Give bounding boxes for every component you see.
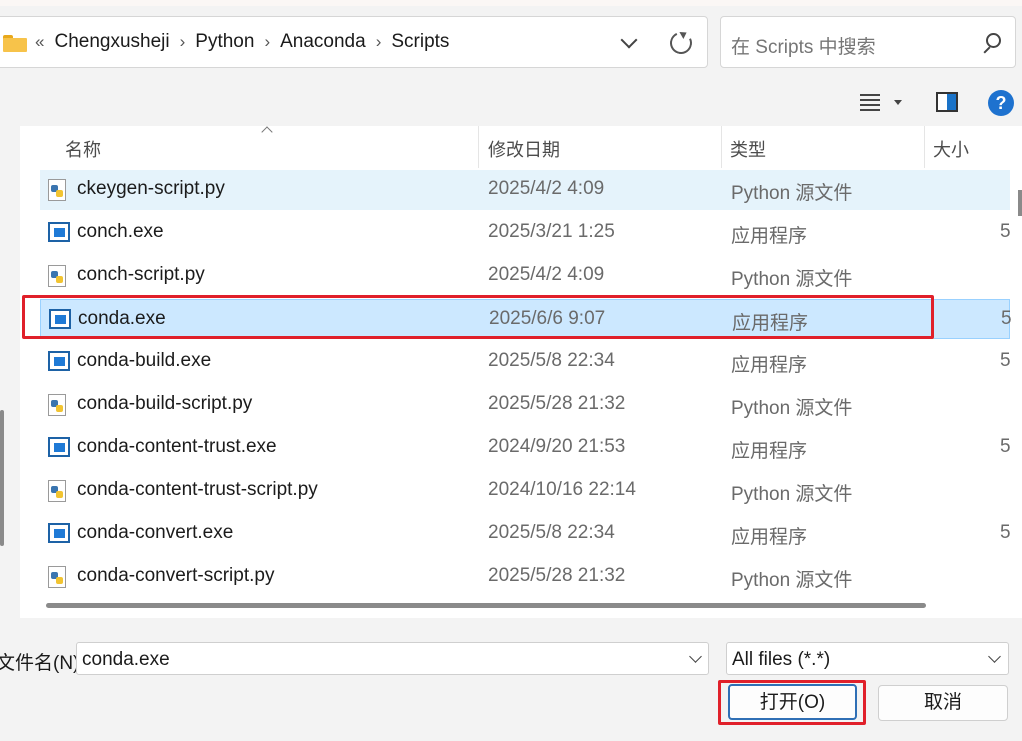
- file-row[interactable]: conda-content-trust-script.py 2024/10/16 …: [40, 471, 1010, 511]
- file-row[interactable]: conda-convert-script.py 2025/5/28 21:32 Py…: [40, 557, 1010, 597]
- view-dropdown-arrow-icon[interactable]: [894, 100, 902, 105]
- breadcrumb-item-scripts[interactable]: Scripts: [391, 31, 449, 53]
- toolbar: ?: [0, 80, 1022, 126]
- folder-icon: [3, 33, 29, 52]
- file-date: 2025/5/8 22:34: [488, 350, 615, 371]
- column-header-size[interactable]: 大小: [933, 136, 969, 162]
- file-name: conda.exe: [78, 308, 166, 329]
- file-row[interactable]: conda.exe 2025/6/6 9:07 应用程序 5: [40, 299, 1012, 339]
- chevron-right-icon: ›: [375, 32, 382, 51]
- file-date: 2025/4/2 4:09: [488, 264, 605, 285]
- file-name: conda-content-trust-script.py: [77, 479, 318, 500]
- file-name: conch-script.py: [77, 264, 205, 285]
- preview-pane-icon[interactable]: [936, 92, 958, 112]
- file-type: 应用程序: [731, 226, 808, 247]
- breadcrumb-overflow[interactable]: «: [35, 32, 44, 52]
- file-date: 2025/5/28 21:32: [488, 393, 626, 414]
- file-size: 5: [1000, 350, 1011, 371]
- file-date: 2025/5/8 22:34: [488, 522, 615, 543]
- file-date: 2024/10/16 22:14: [488, 479, 636, 500]
- file-type: Python 源文件: [731, 398, 853, 419]
- column-header-name[interactable]: 名称: [65, 136, 101, 162]
- file-name: conda-convert-script.py: [77, 565, 275, 586]
- file-type: Python 源文件: [731, 484, 853, 505]
- exe-file-icon: [48, 351, 70, 371]
- file-size: 5: [1000, 221, 1011, 242]
- python-file-icon: [48, 394, 66, 416]
- file-row[interactable]: conda-build-script.py 2025/5/28 21:32 Pyth…: [40, 385, 1010, 425]
- python-file-icon: [48, 566, 66, 588]
- chevron-down-icon[interactable]: [689, 650, 702, 663]
- file-date: 2025/4/2 4:09: [488, 178, 605, 199]
- address-bar[interactable]: « Chengxusheji › Python › Anaconda › Scr…: [0, 16, 708, 68]
- file-row[interactable]: conda-content-trust.exe 2024/9/20 21:53 应用…: [40, 428, 1011, 468]
- breadcrumb-item-chengxusheji[interactable]: Chengxusheji: [54, 31, 169, 53]
- file-name: conda-build-script.py: [77, 393, 253, 414]
- breadcrumb-item-python[interactable]: Python: [195, 31, 254, 53]
- file-size: 5: [1000, 522, 1011, 543]
- horizontal-scrollbar[interactable]: [46, 603, 926, 608]
- file-size: 5: [1000, 436, 1011, 457]
- filename-label: 文件名(N):: [0, 653, 85, 674]
- column-header-row: 名称 修改日期 类型 大小: [20, 126, 1022, 168]
- file-name: ckeygen-script.py: [77, 178, 225, 199]
- file-row[interactable]: ckeygen-script.py 2025/4/2 4:09 Python 源文件: [40, 170, 1010, 210]
- exe-file-icon: [48, 437, 70, 457]
- filename-input[interactable]: conda.exe: [76, 642, 709, 675]
- search-placeholder: 在 Scripts 中搜索: [731, 37, 876, 58]
- chevron-right-icon: ›: [179, 32, 186, 51]
- exe-file-icon: [49, 309, 71, 329]
- file-name: conda-content-trust.exe: [77, 436, 277, 457]
- file-list: 名称 修改日期 类型 大小 ckeygen-script.py 2025/4/2 …: [20, 126, 1022, 618]
- filetype-value: All files (*.*): [732, 649, 831, 670]
- refresh-icon[interactable]: [667, 29, 693, 55]
- exe-file-icon: [48, 523, 70, 543]
- filename-value: conda.exe: [82, 649, 170, 670]
- file-date: 2024/9/20 21:53: [488, 436, 626, 457]
- file-name: conda-convert.exe: [77, 522, 234, 543]
- file-name: conda-build.exe: [77, 350, 212, 371]
- file-date: 2025/3/21 1:25: [488, 221, 615, 242]
- column-divider[interactable]: [924, 126, 925, 168]
- view-menu-icon[interactable]: [860, 94, 880, 112]
- column-header-type[interactable]: 类型: [730, 136, 766, 162]
- breadcrumb: « Chengxusheji › Python › Anaconda › Scr…: [35, 31, 449, 53]
- file-type: Python 源文件: [731, 183, 853, 204]
- file-type: 应用程序: [731, 527, 808, 548]
- file-name: conch.exe: [77, 221, 164, 242]
- python-file-icon: [48, 480, 66, 502]
- file-date: 2025/5/28 21:32: [488, 565, 626, 586]
- search-input[interactable]: 在 Scripts 中搜索: [720, 16, 1016, 68]
- file-size: 5: [1001, 308, 1012, 329]
- column-header-date[interactable]: 修改日期: [488, 136, 560, 162]
- file-type: 应用程序: [731, 355, 808, 376]
- sort-ascending-icon: [261, 126, 273, 138]
- navigation-pane-scrollbar[interactable]: [0, 410, 4, 546]
- file-row[interactable]: conda-build.exe 2025/5/8 22:34 应用程序 5: [40, 342, 1011, 382]
- vertical-scrollbar[interactable]: [1018, 190, 1022, 216]
- cancel-button[interactable]: 取消: [878, 685, 1008, 721]
- file-type: Python 源文件: [731, 269, 853, 290]
- file-type: 应用程序: [731, 441, 808, 462]
- file-date: 2025/6/6 9:07: [489, 308, 606, 329]
- chevron-right-icon: ›: [264, 32, 271, 51]
- open-button[interactable]: 打开(O): [728, 684, 857, 720]
- file-row[interactable]: conda-convert.exe 2025/5/8 22:34 应用程序 5: [40, 514, 1011, 554]
- filetype-select[interactable]: All files (*.*): [726, 642, 1009, 675]
- python-file-icon: [48, 265, 66, 287]
- breadcrumb-item-anaconda[interactable]: Anaconda: [280, 31, 366, 53]
- help-icon[interactable]: ?: [988, 90, 1014, 116]
- window-top-strip: [0, 0, 1022, 6]
- search-icon[interactable]: [981, 33, 1001, 53]
- file-type: 应用程序: [732, 313, 809, 334]
- chevron-down-icon[interactable]: [988, 650, 1001, 663]
- column-divider[interactable]: [478, 126, 479, 168]
- file-row[interactable]: conch-script.py 2025/4/2 4:09 Python 源文件: [40, 256, 1010, 296]
- column-divider[interactable]: [721, 126, 722, 168]
- file-type: Python 源文件: [731, 570, 853, 591]
- exe-file-icon: [48, 222, 70, 242]
- file-row[interactable]: conch.exe 2025/3/21 1:25 应用程序 5: [40, 213, 1011, 253]
- python-file-icon: [48, 179, 66, 201]
- chevron-down-icon[interactable]: [619, 31, 641, 53]
